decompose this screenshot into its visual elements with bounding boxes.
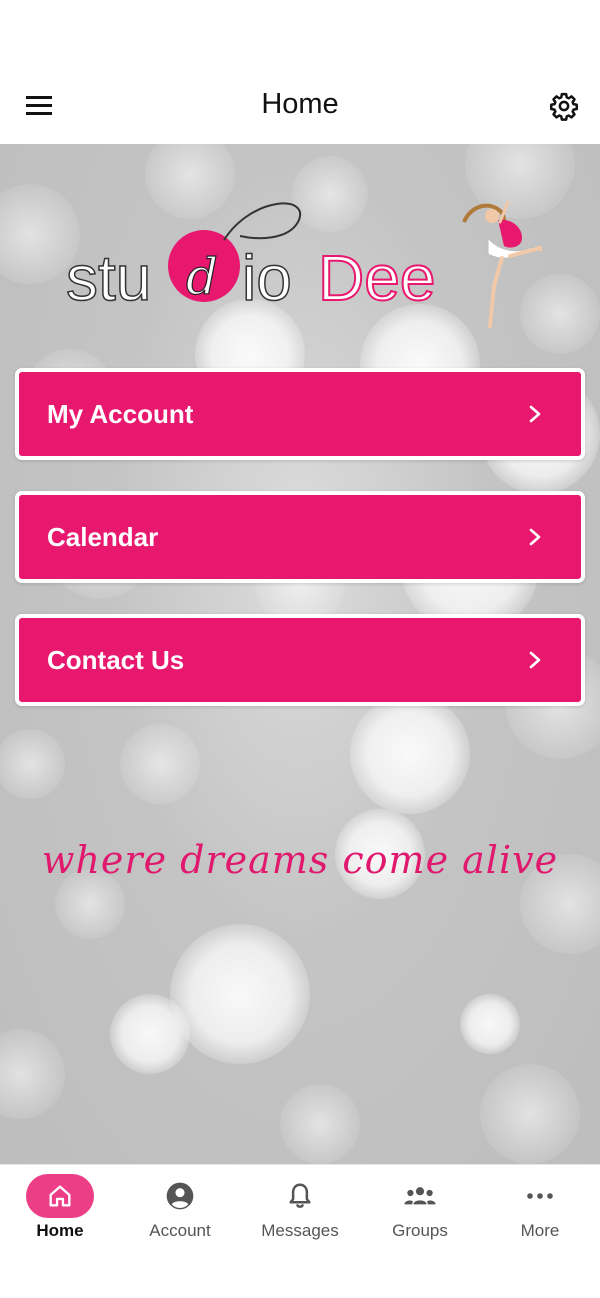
page-title: Home <box>261 88 339 120</box>
home-icon <box>49 1185 71 1207</box>
tagline: where dreams come alive <box>41 838 559 882</box>
nav-more-label: More <box>520 1221 560 1240</box>
logo-text-dee: Dee <box>318 242 435 314</box>
chevron-right-icon <box>529 405 541 423</box>
nav-home-label: Home <box>36 1221 84 1240</box>
bell-icon <box>289 1183 311 1208</box>
chevron-right-icon <box>529 651 541 669</box>
chevron-right-icon <box>529 528 541 546</box>
nav-messages-label: Messages <box>261 1221 339 1240</box>
settings-button[interactable] <box>544 86 584 126</box>
logo-text-d: d <box>186 248 218 306</box>
nav-home[interactable]: Home <box>0 1165 120 1298</box>
more-dots-icon <box>527 1193 553 1199</box>
top-app-bar: Home <box>0 68 600 144</box>
account-circle-icon <box>166 1182 194 1210</box>
groups-icon <box>404 1187 436 1205</box>
home-menu: My Account Calendar Contact Us <box>15 368 585 737</box>
nav-groups-label: Groups <box>392 1221 448 1240</box>
nav-groups[interactable]: Groups <box>360 1165 480 1298</box>
app-screen: Home stu d io Dee My Account Calendar Co… <box>0 0 600 1298</box>
nav-account[interactable]: Account <box>120 1165 240 1298</box>
contact-us-button[interactable]: Contact Us <box>15 614 585 706</box>
my-account-label: My Account <box>47 398 194 429</box>
gear-icon <box>550 92 578 121</box>
logo-text-io: io <box>242 242 292 314</box>
bottom-navigation: Home Account Messages Groups More <box>0 1164 600 1298</box>
nav-messages[interactable]: Messages <box>240 1165 360 1298</box>
studio-dee-logo: stu d io Dee <box>62 200 548 330</box>
my-account-button[interactable]: My Account <box>15 368 585 460</box>
nav-more[interactable]: More <box>480 1165 600 1298</box>
calendar-label: Calendar <box>47 521 159 552</box>
logo-text-stu: stu <box>66 242 151 314</box>
dancer-illustration <box>462 200 548 328</box>
nav-account-label: Account <box>149 1221 211 1240</box>
calendar-button[interactable]: Calendar <box>15 491 585 583</box>
contact-us-label: Contact Us <box>47 644 185 675</box>
